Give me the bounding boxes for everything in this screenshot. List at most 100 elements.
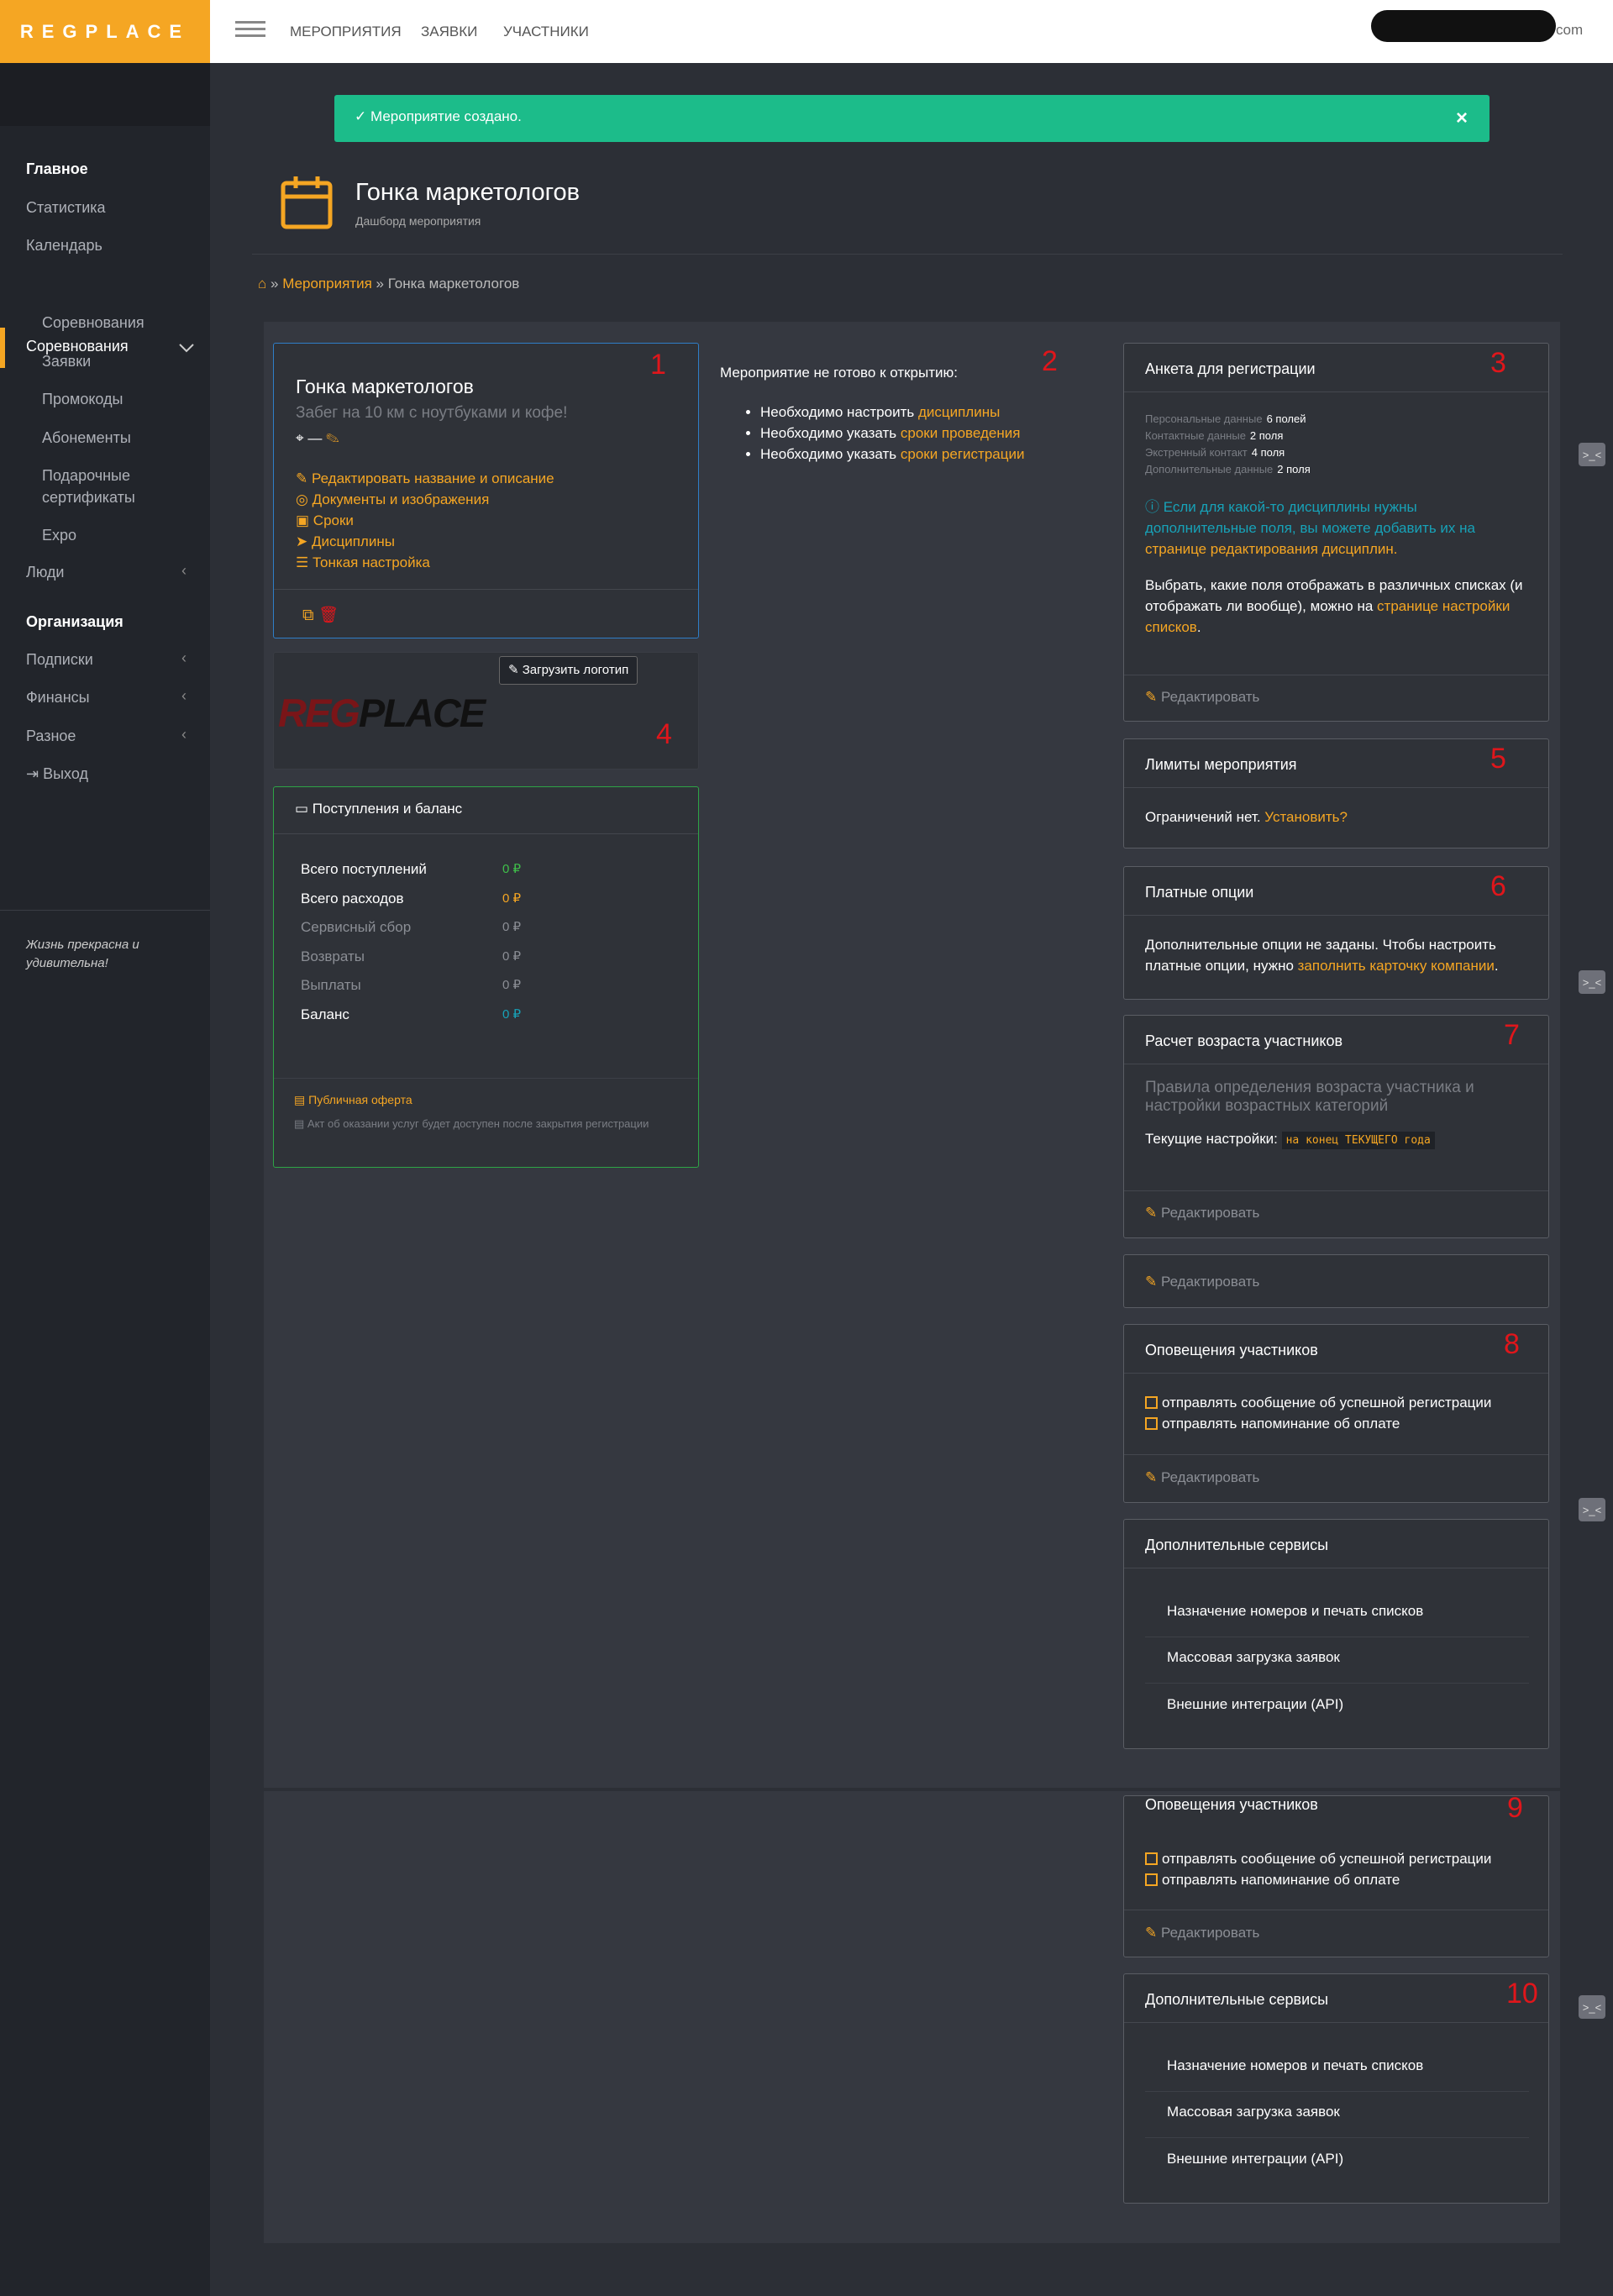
- card-divider: [274, 589, 698, 590]
- link-dates[interactable]: ▣ Сроки: [296, 510, 554, 531]
- sidebar-item-subscriptions[interactable]: Подписки: [26, 651, 93, 669]
- card-title: Оповещения участников: [1145, 1342, 1318, 1358]
- chevron-left-icon: ‹: [181, 562, 187, 579]
- sidebar-sub-promocodes[interactable]: Промокоды: [42, 388, 123, 410]
- disciplines-page-link[interactable]: странице редактирования дисциплин.: [1145, 541, 1398, 557]
- edit-link[interactable]: ✎ Редактировать: [1145, 1469, 1259, 1486]
- checkbox[interactable]: [1145, 1873, 1158, 1886]
- edit-icon: ✎: [1145, 1925, 1158, 1941]
- close-icon[interactable]: ×: [1456, 107, 1468, 130]
- sidebar-item-calendar[interactable]: Календарь: [26, 237, 102, 255]
- divider: [1145, 2091, 1529, 2092]
- link-label: Тонкая настройка: [312, 554, 430, 570]
- trash-icon[interactable]: 🗑: [318, 607, 339, 624]
- service-item-api[interactable]: Внешние интеграции (API): [1167, 2151, 1343, 2167]
- link-documents[interactable]: ◎ Документы и изображения: [296, 489, 554, 510]
- nav-participants[interactable]: УЧАСТНИКИ: [503, 24, 589, 40]
- balance-row: Всего поступлений 0 ₽: [301, 861, 553, 878]
- readiness-link[interactable]: сроки регистрации: [901, 446, 1025, 462]
- edit-icon: ✎: [1145, 1469, 1158, 1485]
- link-fine-tuning[interactable]: ☰ Тонкая настройка: [296, 552, 554, 573]
- field-group-label: Дополнительные данные: [1145, 463, 1274, 475]
- notify-option-registration[interactable]: отправлять сообщение об успешной регистр…: [1145, 1392, 1491, 1413]
- service-item-numbers[interactable]: Назначение номеров и печать списков: [1167, 1603, 1423, 1620]
- notify-option-payment[interactable]: отправлять напоминание об оплате: [1145, 1413, 1491, 1434]
- notify-option-payment[interactable]: отправлять напоминание об оплате: [1145, 1869, 1491, 1890]
- link-edit-title[interactable]: ✎ Редактировать название и описание: [296, 468, 554, 489]
- nav-applications[interactable]: ЗАЯВКИ: [421, 24, 477, 40]
- scroll-handle-icon[interactable]: >_<: [1579, 1498, 1605, 1521]
- breadcrumb-sep: »: [271, 276, 279, 292]
- readiness-link[interactable]: дисциплины: [918, 404, 1000, 420]
- sidebar-item-misc[interactable]: Разное: [26, 728, 76, 745]
- info-text: Если для какой-то дисциплины нужны допол…: [1145, 499, 1475, 536]
- card-title: Лимиты мероприятия: [1145, 756, 1297, 773]
- company-card-link[interactable]: заполнить карточку компании: [1298, 958, 1495, 974]
- marker-number: 2: [1042, 345, 1058, 377]
- set-limits-link[interactable]: Установить?: [1264, 809, 1348, 825]
- divider: [252, 254, 1563, 255]
- home-icon[interactable]: ⌂: [258, 276, 266, 292]
- edit-link[interactable]: ✎ Редактировать: [1145, 1274, 1259, 1290]
- offer-label: Публичная оферта: [308, 1093, 412, 1106]
- balance-card: ▭ Поступления и баланс Всего поступлений…: [273, 786, 699, 1168]
- checkbox[interactable]: [1145, 1852, 1158, 1865]
- public-offer-link[interactable]: ▤ Публичная оферта: [294, 1093, 412, 1107]
- logo-part-red: REG: [278, 691, 360, 735]
- breadcrumb-link-events[interactable]: Мероприятия: [282, 276, 372, 292]
- readiness-text: Необходимо настроить: [760, 404, 918, 420]
- notify-option-registration[interactable]: отправлять сообщение об успешной регистр…: [1145, 1848, 1491, 1869]
- age-current-label: Текущие настройки:: [1145, 1131, 1278, 1147]
- upload-logo-button[interactable]: ✎ Загрузить логотип: [499, 656, 638, 685]
- copy-icon[interactable]: ⧉: [302, 607, 314, 624]
- readiness-link[interactable]: сроки проведения: [901, 425, 1021, 441]
- readiness-item: Необходимо настроить дисциплины: [760, 402, 1024, 423]
- sidebar-item-competitions[interactable]: Соревнования: [0, 328, 210, 368]
- service-item-numbers[interactable]: Назначение номеров и печать списков: [1167, 2057, 1423, 2074]
- sidebar-item-statistics[interactable]: Статистика: [26, 199, 106, 217]
- scroll-handle-icon[interactable]: >_<: [1579, 970, 1605, 994]
- service-item-bulk-upload[interactable]: Массовая загрузка заявок: [1167, 1649, 1340, 1666]
- logo-part-dark: PLACE: [358, 691, 486, 735]
- nav-events[interactable]: МЕРОПРИЯТИЯ: [290, 24, 402, 40]
- brand-logo[interactable]: REGPLACE: [0, 0, 210, 63]
- balance-value: 0 ₽: [502, 948, 522, 964]
- sidebar-item-people[interactable]: Люди: [26, 564, 64, 581]
- edit-icon[interactable]: ✎: [326, 430, 339, 446]
- marker-number: 7: [1504, 1019, 1520, 1051]
- balance-label: Возвраты: [301, 948, 365, 964]
- marker-number: 6: [1490, 870, 1506, 902]
- marker-number: 8: [1504, 1328, 1520, 1360]
- user-email-redacted[interactable]: [1371, 10, 1556, 42]
- service-item-api[interactable]: Внешние интеграции (API): [1167, 1696, 1343, 1713]
- edit-link[interactable]: ✎ Редактировать: [1145, 689, 1259, 706]
- sidebar-item-logout[interactable]: ⇥ Выход: [26, 765, 88, 783]
- user-email-suffix[interactable]: com: [1556, 22, 1583, 39]
- option-label: отправлять сообщение об успешной регистр…: [1162, 1395, 1492, 1411]
- link-disciplines[interactable]: ➤ Дисциплины: [296, 531, 554, 552]
- scroll-handle-icon[interactable]: >_<: [1579, 443, 1605, 466]
- sidebar-sub-expo[interactable]: Expo: [42, 524, 76, 546]
- event-description: Забег на 10 км с ноутбуками и кофе!: [296, 404, 568, 422]
- lists-end: .: [1196, 619, 1201, 635]
- sidebar-sub-competitions[interactable]: Соревнования: [42, 312, 144, 334]
- age-current: Текущие настройки: на конец ТЕКУЩЕГО год…: [1145, 1131, 1435, 1149]
- sidebar-sub-applications[interactable]: Заявки: [42, 350, 91, 372]
- checkbox[interactable]: [1145, 1396, 1158, 1409]
- edit-label: Редактировать: [1160, 1205, 1260, 1221]
- sidebar-heading-main: Главное: [26, 160, 88, 177]
- card-divider: [1124, 1373, 1548, 1374]
- menu-toggle-icon[interactable]: [235, 17, 265, 42]
- sidebar-sub-gift-certificates[interactable]: Подарочные сертификаты: [42, 465, 168, 508]
- edit-link[interactable]: ✎ Редактировать: [1145, 1925, 1259, 1941]
- service-item-bulk-upload[interactable]: Массовая загрузка заявок: [1167, 2104, 1340, 2120]
- divider: [1145, 2137, 1529, 2138]
- scroll-handle-icon[interactable]: >_<: [1579, 1995, 1605, 2019]
- edit-icon: ✎: [296, 470, 308, 486]
- sidebar-item-finance[interactable]: Финансы: [26, 689, 90, 707]
- readiness-text: Необходимо указать: [760, 446, 901, 462]
- sidebar-sub-subscriptions[interactable]: Абонементы: [42, 427, 131, 449]
- balance-row: Баланс 0 ₽: [301, 1006, 553, 1023]
- edit-link[interactable]: ✎ Редактировать: [1145, 1205, 1259, 1222]
- checkbox[interactable]: [1145, 1417, 1158, 1430]
